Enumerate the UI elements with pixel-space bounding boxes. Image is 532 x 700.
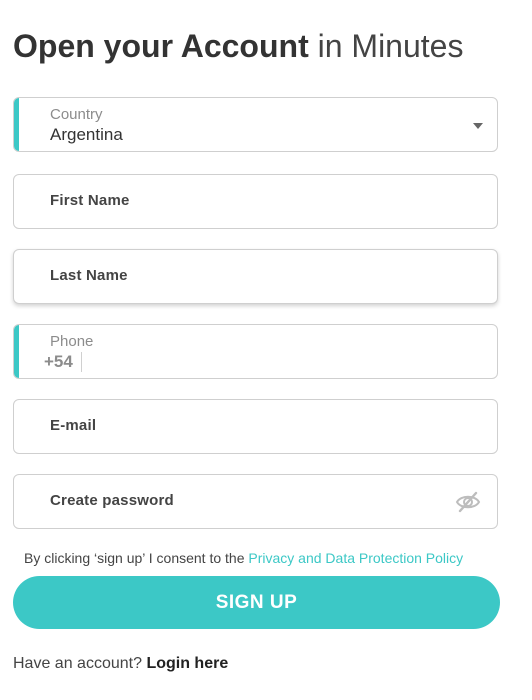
page-title: Open your Account in Minutes [13, 26, 463, 66]
last-name-label: Last Name [50, 267, 128, 284]
last-name-field[interactable]: Last Name [13, 249, 498, 304]
login-prompt-text: Have an account? [13, 655, 142, 672]
login-prompt: Have an account? Login here [13, 655, 228, 673]
first-name-field[interactable]: First Name [13, 174, 498, 229]
country-label: Country [50, 106, 103, 123]
password-label: Create password [50, 492, 174, 509]
password-field[interactable]: Create password [13, 474, 498, 529]
consent-text: By clicking ‘sign up’ I consent to the P… [24, 550, 463, 566]
phone-country-code: +54 [44, 352, 73, 371]
eye-slash-icon[interactable] [455, 490, 481, 514]
page-title-light: in Minutes [317, 28, 464, 64]
email-label: E-mail [50, 417, 97, 434]
country-value: Argentina [50, 125, 123, 144]
privacy-policy-link[interactable]: Privacy and Data Protection Policy [248, 550, 463, 566]
consent-message: By clicking ‘sign up’ I consent to the [24, 550, 245, 566]
page-title-bold: Open your Account [13, 28, 309, 64]
signup-page: Open your Account in Minutes Country Arg… [0, 0, 532, 700]
country-select[interactable]: Country Argentina [13, 97, 498, 152]
sign-up-button[interactable]: SIGN UP [13, 576, 500, 629]
email-field[interactable]: E-mail [13, 399, 498, 454]
chevron-down-icon [473, 123, 483, 129]
phone-label: Phone [50, 333, 94, 350]
login-link[interactable]: Login here [146, 655, 228, 672]
phone-prefix-divider [81, 352, 82, 372]
first-name-label: First Name [50, 192, 130, 209]
phone-field[interactable]: Phone +54 [13, 324, 498, 379]
